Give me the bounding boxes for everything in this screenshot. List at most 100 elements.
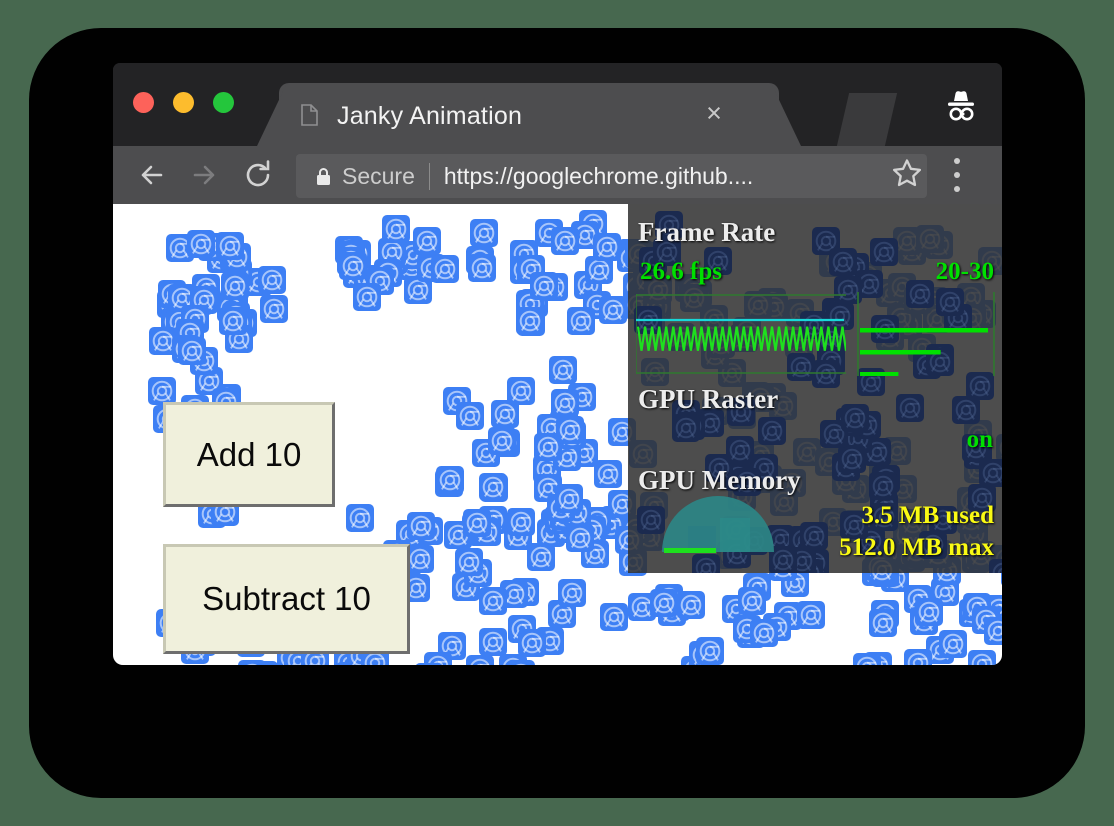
gpu-raster-title: GPU Raster xyxy=(638,384,778,415)
chrome-sprite xyxy=(148,377,176,405)
tab-strip: Janky Animation × xyxy=(113,63,1002,146)
chrome-sprite-backdrop xyxy=(952,396,980,424)
chrome-sprite-backdrop xyxy=(870,238,898,266)
chrome-sprite-backdrop xyxy=(869,472,897,500)
chrome-sprite xyxy=(507,660,535,665)
chrome-sprite xyxy=(406,545,434,573)
gpu-memory-gauge xyxy=(658,486,778,556)
frame-rate-range: 20-30 xyxy=(936,258,994,286)
minimize-window-button[interactable] xyxy=(173,92,194,113)
gpu-memory-needle xyxy=(664,548,716,553)
security-label: Secure xyxy=(342,163,415,190)
incognito-icon[interactable] xyxy=(938,85,984,131)
chrome-sprite-backdrop xyxy=(800,522,828,550)
chrome-sprite xyxy=(738,587,766,615)
chrome-sprite xyxy=(221,272,249,300)
chrome-sprite xyxy=(968,650,996,665)
document-icon xyxy=(301,104,318,126)
chrome-sprite xyxy=(488,427,516,455)
chrome-sprite xyxy=(187,230,215,258)
frame-rate-series xyxy=(638,327,846,351)
chrome-sprite xyxy=(178,337,206,365)
chrome-sprite xyxy=(258,266,286,294)
chrome-sprite xyxy=(549,356,577,384)
page-viewport: Add 10 Subtract 10 Stop Frame Rate 26.6 … xyxy=(113,204,1002,665)
chrome-sprite xyxy=(530,272,558,300)
chrome-sprite xyxy=(479,473,507,501)
arrow-left-icon[interactable] xyxy=(133,156,171,194)
window-controls xyxy=(133,92,234,113)
histogram-bar xyxy=(860,372,898,376)
chrome-sprite xyxy=(984,617,1002,645)
close-tab-button[interactable]: × xyxy=(701,101,727,127)
add-10-button[interactable]: Add 10 xyxy=(163,402,335,507)
chrome-sprite xyxy=(650,589,678,617)
browser-tab[interactable]: Janky Animation × xyxy=(279,83,779,146)
gpu-raster-value: on xyxy=(967,426,993,454)
screenshot-root: Janky Animation × xyxy=(0,0,1114,826)
chrome-sprite xyxy=(599,296,627,324)
chrome-sprite xyxy=(904,649,932,665)
star-icon[interactable] xyxy=(891,157,923,189)
chrome-sprite xyxy=(436,466,464,494)
browser-window: Janky Animation × xyxy=(113,63,1002,665)
chrome-sprite xyxy=(382,215,410,243)
frame-rate-histogram xyxy=(856,292,996,376)
chrome-sprite xyxy=(479,628,507,656)
gpu-memory-used: 3.5 MB used xyxy=(861,502,994,530)
chrome-sprite-backdrop xyxy=(979,459,1002,487)
chrome-sprite xyxy=(407,512,435,540)
chrome-sprite xyxy=(413,227,441,255)
browser-toolbar: Secure https://googlechrome.github.... xyxy=(113,146,1002,204)
lock-icon xyxy=(316,167,331,186)
chrome-sprite xyxy=(551,389,579,417)
chrome-sprite xyxy=(238,660,266,665)
frame-rate-line-chart xyxy=(636,294,846,374)
gpu-memory-max: 512.0 MB max xyxy=(839,534,994,562)
chrome-sprite xyxy=(797,601,825,629)
reload-icon[interactable] xyxy=(239,156,277,194)
chrome-sprite xyxy=(216,232,244,260)
chrome-sprite xyxy=(696,637,724,665)
maximize-window-button[interactable] xyxy=(213,92,234,113)
address-bar[interactable]: Secure https://googlechrome.github.... xyxy=(296,154,927,198)
close-window-button[interactable] xyxy=(133,92,154,113)
chrome-sprite-backdrop xyxy=(726,436,754,464)
chrome-sprite xyxy=(556,416,584,444)
chrome-sprite xyxy=(339,252,367,280)
chrome-sprite xyxy=(456,402,484,430)
chrome-sprite xyxy=(346,504,374,532)
chrome-sprite xyxy=(507,508,535,536)
chrome-sprite-backdrop xyxy=(672,414,700,442)
chrome-sprite xyxy=(677,591,705,619)
chrome-sprite-backdrop xyxy=(966,372,994,400)
chrome-sprite xyxy=(853,653,881,665)
chrome-sprite xyxy=(470,219,498,247)
chrome-sprite-backdrop xyxy=(838,445,866,473)
chrome-sprite xyxy=(415,663,443,665)
chrome-sprite xyxy=(750,619,778,647)
chrome-sprite xyxy=(479,587,507,615)
chrome-sprite xyxy=(455,548,483,576)
stats-overlay-panel: Frame Rate 26.6 fps 20-30 GPU Raster xyxy=(628,204,1002,573)
chrome-sprite xyxy=(558,579,586,607)
new-tab-stub[interactable] xyxy=(837,93,897,146)
chrome-sprite-backdrop xyxy=(841,404,869,432)
chrome-sprite-backdrop xyxy=(692,554,720,573)
chrome-sprite xyxy=(463,509,491,537)
omnibox-divider xyxy=(429,163,430,190)
histogram-bars xyxy=(860,328,988,376)
three-dots-vertical-icon[interactable] xyxy=(953,158,961,192)
tab-title: Janky Animation xyxy=(337,102,687,131)
chrome-sprite xyxy=(869,609,897,637)
chrome-sprite xyxy=(915,598,943,626)
url-text[interactable]: https://googlechrome.github.... xyxy=(444,163,927,190)
histogram-bar xyxy=(860,350,941,355)
chrome-sprite xyxy=(516,307,544,335)
chrome-sprite xyxy=(518,629,546,657)
chrome-sprite xyxy=(260,295,288,323)
chrome-sprite-backdrop xyxy=(829,248,857,276)
arrow-right-icon xyxy=(185,156,223,194)
subtract-10-button[interactable]: Subtract 10 xyxy=(163,544,410,654)
chrome-sprite xyxy=(466,655,494,665)
